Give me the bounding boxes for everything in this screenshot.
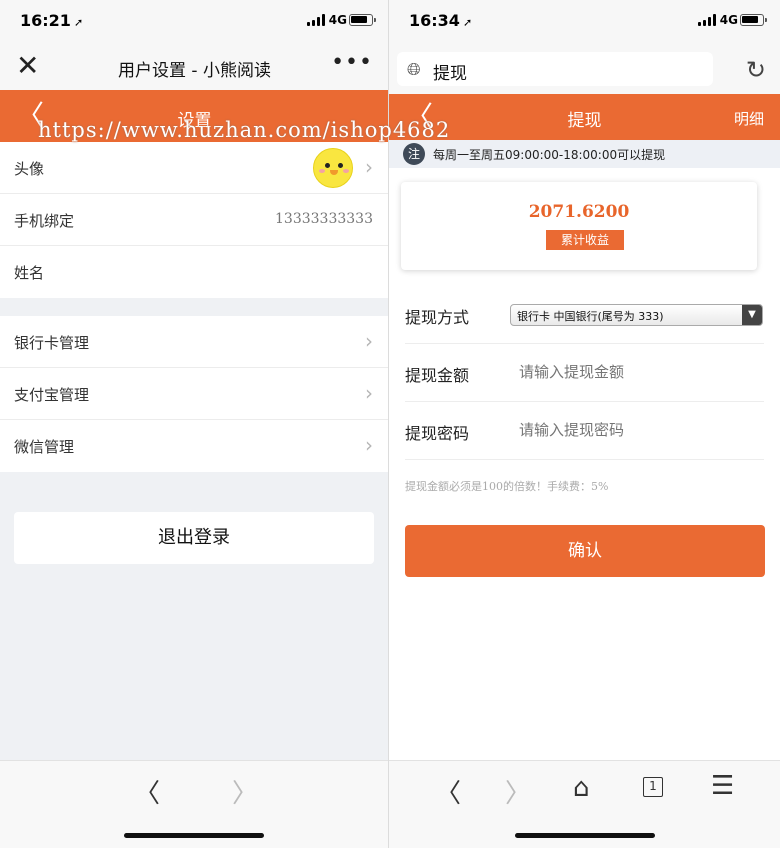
- status-bar: 16:34 ➚ 4G: [389, 0, 780, 44]
- confirm-button[interactable]: 确认: [405, 525, 765, 577]
- reload-icon[interactable]: ↻: [746, 56, 766, 84]
- battery-icon: [349, 14, 376, 26]
- withdraw-method-row: 提现方式 银行卡 中国银行(尾号为 333) ▼: [405, 286, 764, 344]
- chevron-right-icon: ›: [365, 433, 373, 457]
- amount-input[interactable]: [519, 363, 719, 381]
- home-icon[interactable]: ⌂: [573, 773, 590, 803]
- row-label: 姓名: [14, 264, 45, 282]
- tabs-icon[interactable]: 1: [643, 777, 663, 797]
- location-icon: ➚: [73, 16, 84, 29]
- withdraw-password-row: 提现密码: [405, 402, 764, 460]
- network-label: 4G: [328, 13, 347, 27]
- back-arrow-icon[interactable]: 〈: [134, 773, 160, 810]
- forward-arrow-icon[interactable]: 〉: [505, 773, 531, 810]
- method-value: 银行卡 中国银行(尾号为 333): [517, 310, 664, 323]
- signal-icon: [698, 14, 716, 26]
- status-time: 16:21 ➚: [20, 11, 84, 30]
- forward-arrow-icon[interactable]: 〉: [232, 773, 258, 810]
- watermark-text: https://www.huzhan.com/ishop4682: [38, 118, 451, 142]
- profile-list: 头像 › 手机绑定 13333333333 姓名: [0, 142, 389, 298]
- row-label: 头像: [14, 160, 45, 178]
- earnings-amount: 2071.6200: [528, 202, 630, 222]
- home-indicator: [515, 833, 655, 838]
- withdraw-amount-row: 提现金额: [405, 344, 764, 402]
- status-bar: 16:21 ➚ 4G: [0, 0, 389, 44]
- row-label: 手机绑定: [14, 212, 75, 230]
- row-label: 微信管理: [14, 438, 75, 456]
- location-icon: ➚: [462, 16, 473, 29]
- password-label: 提现密码: [405, 424, 470, 443]
- row-label: 支付宝管理: [14, 386, 90, 404]
- home-indicator: [124, 833, 264, 838]
- url-bar[interactable]: 🌐︎ 提现: [397, 52, 713, 86]
- chevron-right-icon: ›: [365, 155, 373, 179]
- browser-toolbar: 〈 〉 ⌂ 1 ☰: [389, 760, 780, 848]
- dropdown-arrow-icon: ▼: [742, 305, 762, 325]
- chevron-right-icon: ›: [365, 329, 373, 353]
- browser-toolbar: 〈 〉: [0, 760, 389, 848]
- list-item-avatar[interactable]: 头像 ›: [0, 142, 389, 194]
- row-label: 银行卡管理: [14, 334, 90, 352]
- more-icon[interactable]: •••: [331, 50, 373, 75]
- logout-button[interactable]: 退出登录: [14, 512, 374, 564]
- status-time: 16:34 ➚: [409, 11, 473, 30]
- fee-hint: 提现金额必须是100的倍数！手续费：5%: [405, 480, 609, 493]
- method-select[interactable]: 银行卡 中国银行(尾号为 333) ▼: [510, 304, 763, 326]
- list-item-wechat[interactable]: 微信管理 ›: [0, 420, 389, 472]
- notice-text: 每周一至周五09:00:00-18:00:00可以提现: [433, 148, 666, 162]
- earnings-tag: 累计收益: [546, 230, 624, 250]
- signal-icon: [307, 14, 325, 26]
- notice-bar: 注 每周一至周五09:00:00-18:00:00可以提现: [389, 140, 780, 168]
- chevron-right-icon: ›: [365, 381, 373, 405]
- list-item-alipay[interactable]: 支付宝管理 ›: [0, 368, 389, 420]
- url-text: 提现: [433, 64, 467, 84]
- avatar[interactable]: [313, 148, 353, 188]
- list-item-phone[interactable]: 手机绑定 13333333333: [0, 194, 389, 246]
- battery-icon: [740, 14, 767, 26]
- globe-icon: 🌐︎: [407, 60, 421, 80]
- amount-label: 提现金额: [405, 366, 470, 385]
- list-item-name[interactable]: 姓名: [0, 246, 389, 298]
- menu-icon[interactable]: ☰: [711, 771, 734, 801]
- network-label: 4G: [719, 13, 738, 27]
- method-label: 提现方式: [405, 308, 470, 327]
- phone-value: 13333333333: [275, 211, 373, 227]
- detail-link[interactable]: 明细: [734, 108, 764, 129]
- back-arrow-icon[interactable]: 〈: [435, 773, 461, 810]
- list-item-bank-card[interactable]: 银行卡管理 ›: [0, 316, 389, 368]
- password-input[interactable]: [519, 421, 719, 439]
- earnings-card: 2071.6200 累计收益: [401, 182, 757, 270]
- payment-list: 银行卡管理 › 支付宝管理 › 微信管理 ›: [0, 316, 389, 472]
- notice-badge: 注: [403, 143, 425, 165]
- webview-topbar: ✕ 用户设置 - 小熊阅读 •••: [0, 44, 389, 90]
